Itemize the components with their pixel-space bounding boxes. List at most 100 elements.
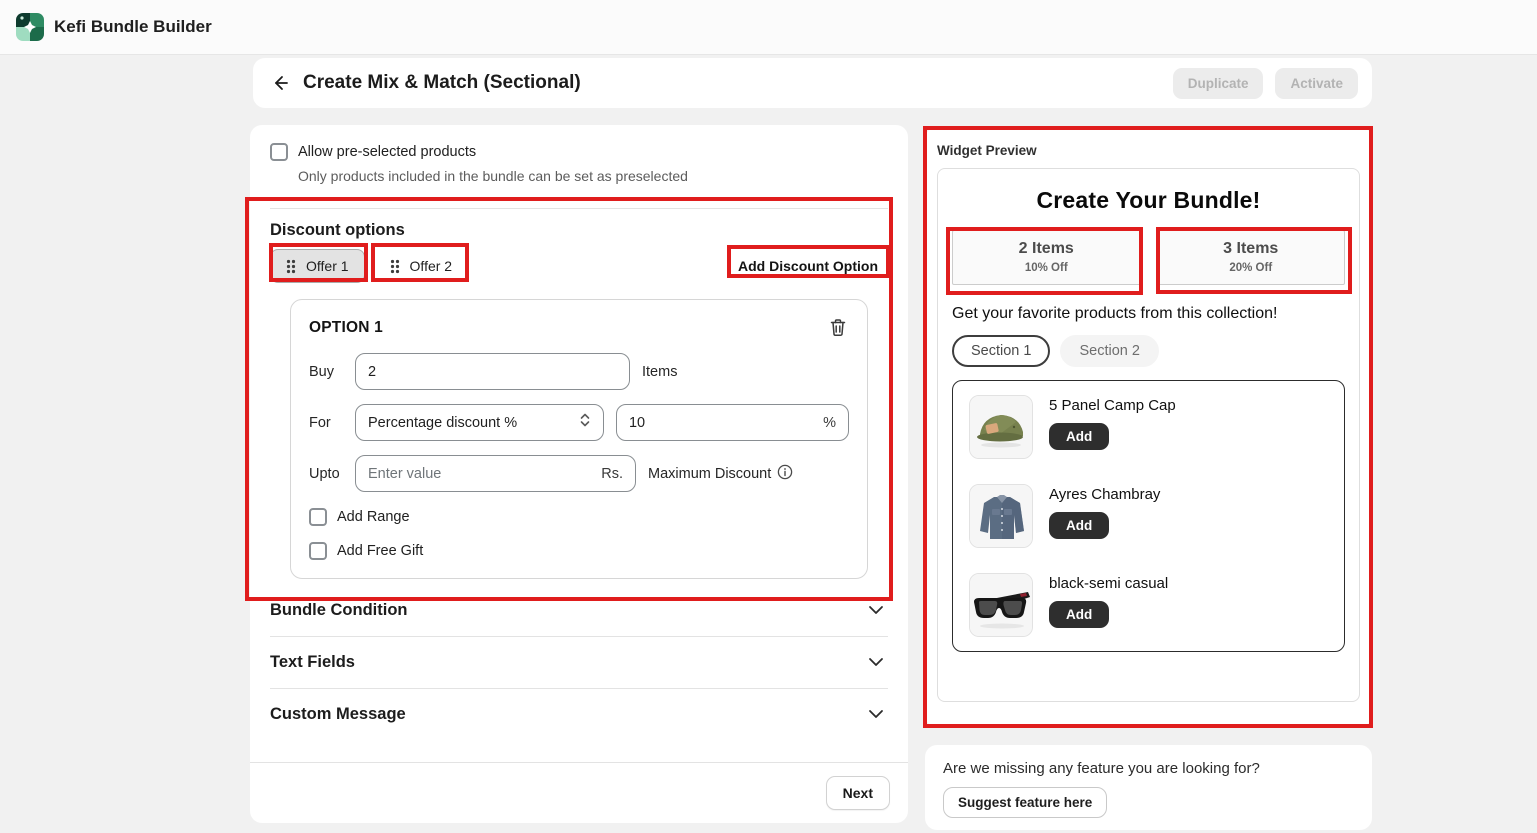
product-info: black-semi casual Add	[1049, 573, 1168, 628]
upto-row: Upto Rs. Maximum Discount	[309, 455, 849, 492]
max-discount-label: Maximum Discount	[648, 466, 771, 482]
offer-tab-2[interactable]: Offer 2	[374, 249, 469, 283]
max-discount-field: Rs.	[355, 455, 636, 492]
info-icon[interactable]	[777, 464, 793, 484]
items-label: Items	[642, 364, 677, 380]
product-name: Ayres Chambray	[1049, 486, 1160, 503]
section-tabs-row: Section 1 Section 2	[952, 335, 1345, 367]
widget-preview-panel: Widget Preview Create Your Bundle! 2 Ite…	[925, 127, 1372, 727]
discount-type-value: Percentage discount %	[368, 415, 517, 431]
tile-2-items-discount: 10% Off	[957, 262, 1136, 274]
chevron-down-icon	[868, 706, 884, 724]
top-bar: Kefi Bundle Builder	[0, 0, 1537, 55]
preselect-helper-text: Only products included in the bundle can…	[298, 168, 888, 184]
feature-feedback-card: Are we missing any feature you are looki…	[925, 745, 1372, 830]
product-name: 5 Panel Camp Cap	[1049, 397, 1176, 414]
header-actions: Duplicate Activate	[1173, 68, 1358, 99]
chevron-down-icon	[868, 654, 884, 672]
widget-title: Create Your Bundle!	[950, 187, 1347, 214]
bundle-tiles-row: 2 Items 10% Off 3 Items 20% Off	[952, 230, 1345, 285]
product-list: 5 Panel Camp Cap Add	[952, 380, 1345, 652]
product-image-cap	[969, 395, 1033, 459]
bundle-settings-card: Allow pre-selected products Only product…	[250, 125, 908, 823]
add-range-checkbox[interactable]	[309, 508, 327, 526]
next-button[interactable]: Next	[826, 776, 890, 810]
product-name: black-semi casual	[1049, 575, 1168, 592]
tile-2-items-label: 2 Items	[957, 240, 1136, 258]
widget-preview-label: Widget Preview	[925, 127, 1372, 168]
page-title: Create Mix & Match (Sectional)	[303, 72, 581, 94]
preselect-label: Allow pre-selected products	[298, 144, 476, 160]
tile-3-items-label: 3 Items	[1162, 240, 1341, 258]
tile-3-items[interactable]: 3 Items 20% Off	[1157, 230, 1346, 285]
section-bundle-condition[interactable]: Bundle Condition	[250, 585, 908, 636]
back-arrow-icon[interactable]	[267, 69, 295, 97]
tile-2-items[interactable]: 2 Items 10% Off	[952, 230, 1141, 285]
card-footer: Next	[250, 762, 908, 823]
suggest-feature-button[interactable]: Suggest feature here	[943, 787, 1107, 818]
discount-options-block: Discount options Offer 1	[250, 209, 908, 579]
section-text-fields[interactable]: Text Fields	[250, 637, 908, 688]
widget-preview-card: Create Your Bundle! 2 Items 10% Off 3 It…	[937, 168, 1360, 702]
activate-button[interactable]: Activate	[1275, 68, 1358, 99]
text-fields-title: Text Fields	[270, 653, 355, 672]
for-row: For Percentage discount % %	[309, 404, 849, 441]
collapsible-sections: Bundle Condition Text Fields Custom Mess…	[250, 585, 908, 740]
product-image-shirt	[969, 484, 1033, 548]
add-range-label: Add Range	[337, 509, 410, 525]
tile-3-items-discount: 20% Off	[1162, 262, 1341, 274]
discount-type-select[interactable]: Percentage discount %	[355, 404, 604, 441]
discount-value-input[interactable]	[629, 415, 815, 431]
currency-suffix: Rs.	[593, 466, 623, 482]
add-range-row: Add Range	[309, 508, 849, 526]
product-info: Ayres Chambray Add	[1049, 484, 1160, 539]
max-discount-label-row: Maximum Discount	[648, 464, 793, 484]
product-image-sunglasses	[969, 573, 1033, 637]
drag-handle-icon[interactable]	[390, 259, 400, 274]
tab-section-2[interactable]: Section 2	[1060, 335, 1158, 367]
buy-quantity-field	[355, 353, 630, 390]
for-label: For	[309, 415, 343, 431]
add-product-button[interactable]: Add	[1049, 512, 1109, 539]
discount-options-heading: Discount options	[270, 221, 888, 240]
delete-option-button[interactable]	[827, 316, 849, 339]
percent-suffix: %	[815, 415, 836, 431]
add-discount-option-button[interactable]: Add Discount Option	[728, 252, 888, 280]
offers-row: Offer 1 Offer 2 Add Discount Option	[270, 249, 888, 283]
section-custom-message[interactable]: Custom Message	[250, 689, 908, 740]
max-discount-input[interactable]	[368, 466, 593, 482]
discount-value-field: %	[616, 404, 849, 441]
app-title: Kefi Bundle Builder	[54, 17, 212, 37]
select-updown-icon	[579, 411, 591, 434]
add-free-gift-row: Add Free Gift	[309, 542, 849, 560]
product-row-cap: 5 Panel Camp Cap Add	[969, 395, 1328, 459]
buy-quantity-input[interactable]	[368, 364, 617, 380]
feedback-question: Are we missing any feature you are looki…	[943, 760, 1354, 777]
option-1-title: OPTION 1	[309, 319, 383, 337]
offer-tab-1[interactable]: Offer 1	[270, 249, 365, 283]
option-1-header: OPTION 1	[309, 316, 849, 339]
add-free-gift-checkbox[interactable]	[309, 542, 327, 560]
widget-subtitle: Get your favorite products from this col…	[952, 305, 1345, 323]
preselect-block: Allow pre-selected products Only product…	[250, 125, 908, 184]
preselect-checkbox-row: Allow pre-selected products	[270, 143, 888, 161]
add-product-button[interactable]: Add	[1049, 423, 1109, 450]
bundle-condition-title: Bundle Condition	[270, 601, 407, 620]
offer-tab-2-label: Offer 2	[410, 258, 453, 274]
offer-tab-1-label: Offer 1	[306, 258, 349, 274]
product-info: 5 Panel Camp Cap Add	[1049, 395, 1176, 450]
buy-label: Buy	[309, 364, 343, 380]
page-header: Create Mix & Match (Sectional) Duplicate…	[253, 58, 1372, 108]
product-row-sunglasses: black-semi casual Add	[969, 573, 1328, 637]
custom-message-title: Custom Message	[270, 705, 406, 724]
add-product-button[interactable]: Add	[1049, 601, 1109, 628]
chevron-down-icon	[868, 602, 884, 620]
upto-label: Upto	[309, 466, 343, 482]
add-free-gift-label: Add Free Gift	[337, 543, 423, 559]
preselect-checkbox[interactable]	[270, 143, 288, 161]
option-1-card: OPTION 1 Buy Items For	[290, 299, 868, 579]
buy-row: Buy Items	[309, 353, 849, 390]
tab-section-1[interactable]: Section 1	[952, 335, 1050, 367]
duplicate-button[interactable]: Duplicate	[1173, 68, 1264, 99]
drag-handle-icon[interactable]	[286, 259, 296, 274]
